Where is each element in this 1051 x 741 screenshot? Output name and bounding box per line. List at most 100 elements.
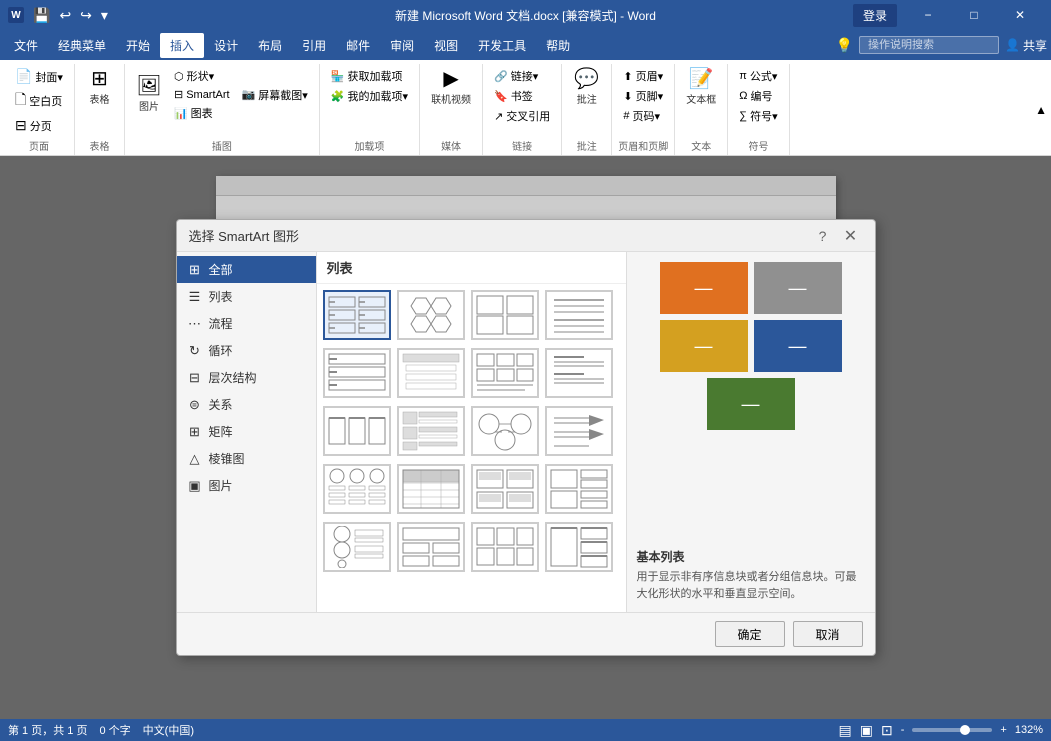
category-matrix[interactable]: ⊞ 矩阵	[177, 418, 316, 445]
view-web-icon[interactable]: ⊡	[881, 722, 893, 739]
customize-quick-access[interactable]: ▾	[98, 7, 111, 24]
cover-button[interactable]: 📄封面▾	[10, 66, 68, 87]
ribbon-collapse[interactable]: ▲	[1035, 64, 1047, 155]
get-addins-button[interactable]: 🏪获取加载项	[326, 66, 413, 86]
thumb-bubble-list[interactable]	[471, 406, 539, 456]
thumb-wide-list[interactable]	[471, 464, 539, 514]
category-picture[interactable]: ▣ 图片	[177, 472, 316, 499]
smartart-button[interactable]: ⊟SmartArt	[169, 86, 235, 103]
link-icon: 🔗	[494, 70, 508, 83]
thumb-grid-list[interactable]	[471, 348, 539, 398]
menu-layout[interactable]: 布局	[248, 33, 292, 58]
symbols-group-label: 符号	[748, 136, 768, 153]
save-button[interactable]: 💾	[30, 7, 53, 24]
category-pyramid[interactable]: △ 棱锥图	[177, 445, 316, 472]
view-reading-icon[interactable]: ▣	[860, 722, 873, 739]
picture-button[interactable]: 🖼 图片	[131, 73, 167, 116]
thumb-stack-list[interactable]	[323, 522, 391, 572]
thumb-nested-list[interactable]	[545, 522, 613, 572]
title-bar: W 💾 ↩ ↪ ▾ 新建 Microsoft Word 文档.docx [兼容模…	[0, 0, 1051, 30]
textbox-button[interactable]: 📝 文本框	[681, 66, 721, 109]
thumb-table-list[interactable]	[397, 464, 465, 514]
menu-mail[interactable]: 邮件	[336, 33, 380, 58]
my-addins-button[interactable]: 🧩我的加载项▾	[326, 86, 413, 106]
header-button[interactable]: ⬆页眉▾	[618, 66, 668, 86]
thumb-basic-list[interactable]	[323, 290, 391, 340]
menu-help[interactable]: 帮助	[536, 33, 580, 58]
menu-insert[interactable]: 插入	[160, 33, 204, 58]
zoom-plus-button[interactable]: +	[1000, 724, 1006, 736]
menu-classic[interactable]: 经典菜单	[48, 33, 116, 58]
close-button[interactable]: ✕	[997, 0, 1043, 30]
comment-icon: 💬	[574, 69, 599, 89]
confirm-button[interactable]: 确定	[715, 621, 785, 647]
thumb-col3-list[interactable]	[323, 406, 391, 456]
category-all[interactable]: ⊞ 全部	[177, 256, 316, 283]
online-video-button[interactable]: ▶ 联机视频	[426, 66, 476, 109]
menu-developer[interactable]: 开发工具	[468, 33, 536, 58]
search-input[interactable]	[859, 36, 999, 54]
footer-button[interactable]: ⬇页脚▾	[618, 86, 668, 106]
ribbon-group-header-footer: ⬆页眉▾ ⬇页脚▾ #页码▾ 页眉和页脚	[612, 64, 675, 155]
page-number-button[interactable]: #页码▾	[618, 106, 668, 126]
header-footer-group-label: 页眉和页脚	[618, 136, 668, 153]
smartart-dialog: 选择 SmartArt 图形 ? ✕ ⊞ 全部 ☰ 列表	[176, 219, 876, 656]
thumb-mixed-list[interactable]	[545, 464, 613, 514]
menu-home[interactable]: 开始	[116, 33, 160, 58]
chart-button[interactable]: 📊图表	[169, 103, 235, 123]
login-button[interactable]: 登录	[853, 4, 897, 27]
share-label: 共享	[1023, 37, 1047, 54]
menu-references[interactable]: 引用	[292, 33, 336, 58]
undo-button[interactable]: ↩	[56, 7, 74, 24]
minimize-button[interactable]: −	[905, 0, 951, 30]
redo-button[interactable]: ↪	[77, 7, 95, 24]
thumb-flow-list[interactable]	[397, 522, 465, 572]
thumb-circle-list[interactable]	[323, 464, 391, 514]
thumb-arrow-list[interactable]	[545, 406, 613, 456]
thumb-img-list[interactable]	[397, 406, 465, 456]
zoom-minus-button[interactable]: -	[901, 724, 905, 736]
thumb-indent-list[interactable]	[397, 348, 465, 398]
equation-button[interactable]: π公式▾	[734, 66, 782, 86]
maximize-button[interactable]: □	[951, 0, 997, 30]
thumb-hex-list[interactable]	[397, 290, 465, 340]
shapes-button[interactable]: ⬡形状▾	[169, 66, 235, 86]
category-relationship[interactable]: ⊜ 关系	[177, 391, 316, 418]
dialog-close-button[interactable]: ✕	[839, 224, 863, 248]
menu-review[interactable]: 审阅	[380, 33, 424, 58]
view-normal-icon[interactable]: ▤	[839, 722, 852, 739]
share-button[interactable]: 👤 共享	[1005, 37, 1047, 54]
thumb-lines-list[interactable]	[545, 290, 613, 340]
link-button[interactable]: 🔗链接▾	[489, 66, 555, 86]
symbol-button[interactable]: ∑符号▾	[734, 106, 782, 126]
thumb-rect-list1[interactable]	[323, 348, 391, 398]
ribbon-group-page: 📄封面▾ 🗋空白页 ⊟分页 页面	[4, 64, 75, 155]
table-button[interactable]: ⊞ 表格	[81, 66, 117, 109]
bookmark-button[interactable]: 🔖书签	[489, 86, 555, 106]
category-cycle[interactable]: ↻ 循环	[177, 337, 316, 364]
screenshot-icon: 📷	[242, 88, 256, 101]
thumb-blocks-list[interactable]	[471, 522, 539, 572]
language-selector[interactable]: 中文(中国)	[143, 722, 194, 738]
comment-button[interactable]: 💬 批注	[569, 66, 605, 109]
page-break-button[interactable]: ⊟分页	[10, 115, 68, 136]
chart-icon: 📊	[174, 107, 188, 120]
blank-page-button[interactable]: 🗋空白页	[10, 87, 68, 115]
category-list[interactable]: ☰ 列表	[177, 283, 316, 310]
cancel-button[interactable]: 取消	[793, 621, 863, 647]
category-hierarchy[interactable]: ⊟ 层次结构	[177, 364, 316, 391]
video-icon: ▶	[443, 69, 458, 89]
thumb-squares-list[interactable]	[471, 290, 539, 340]
thumb-text-list[interactable]	[545, 348, 613, 398]
screenshot-button[interactable]: 📷屏幕截图▾	[237, 85, 313, 105]
menu-view[interactable]: 视图	[424, 33, 468, 58]
dialog-help-button[interactable]: ?	[811, 224, 835, 248]
menu-file[interactable]: 文件	[4, 33, 48, 58]
zoom-slider[interactable]	[912, 728, 992, 732]
picture-icon: 🖼	[136, 76, 161, 96]
zoom-level[interactable]: 132%	[1015, 724, 1043, 736]
menu-design[interactable]: 设计	[204, 33, 248, 58]
category-process[interactable]: ⋯ 流程	[177, 310, 316, 337]
number-button[interactable]: Ω编号	[734, 86, 782, 106]
cross-ref-button[interactable]: ↗交叉引用	[489, 106, 555, 126]
